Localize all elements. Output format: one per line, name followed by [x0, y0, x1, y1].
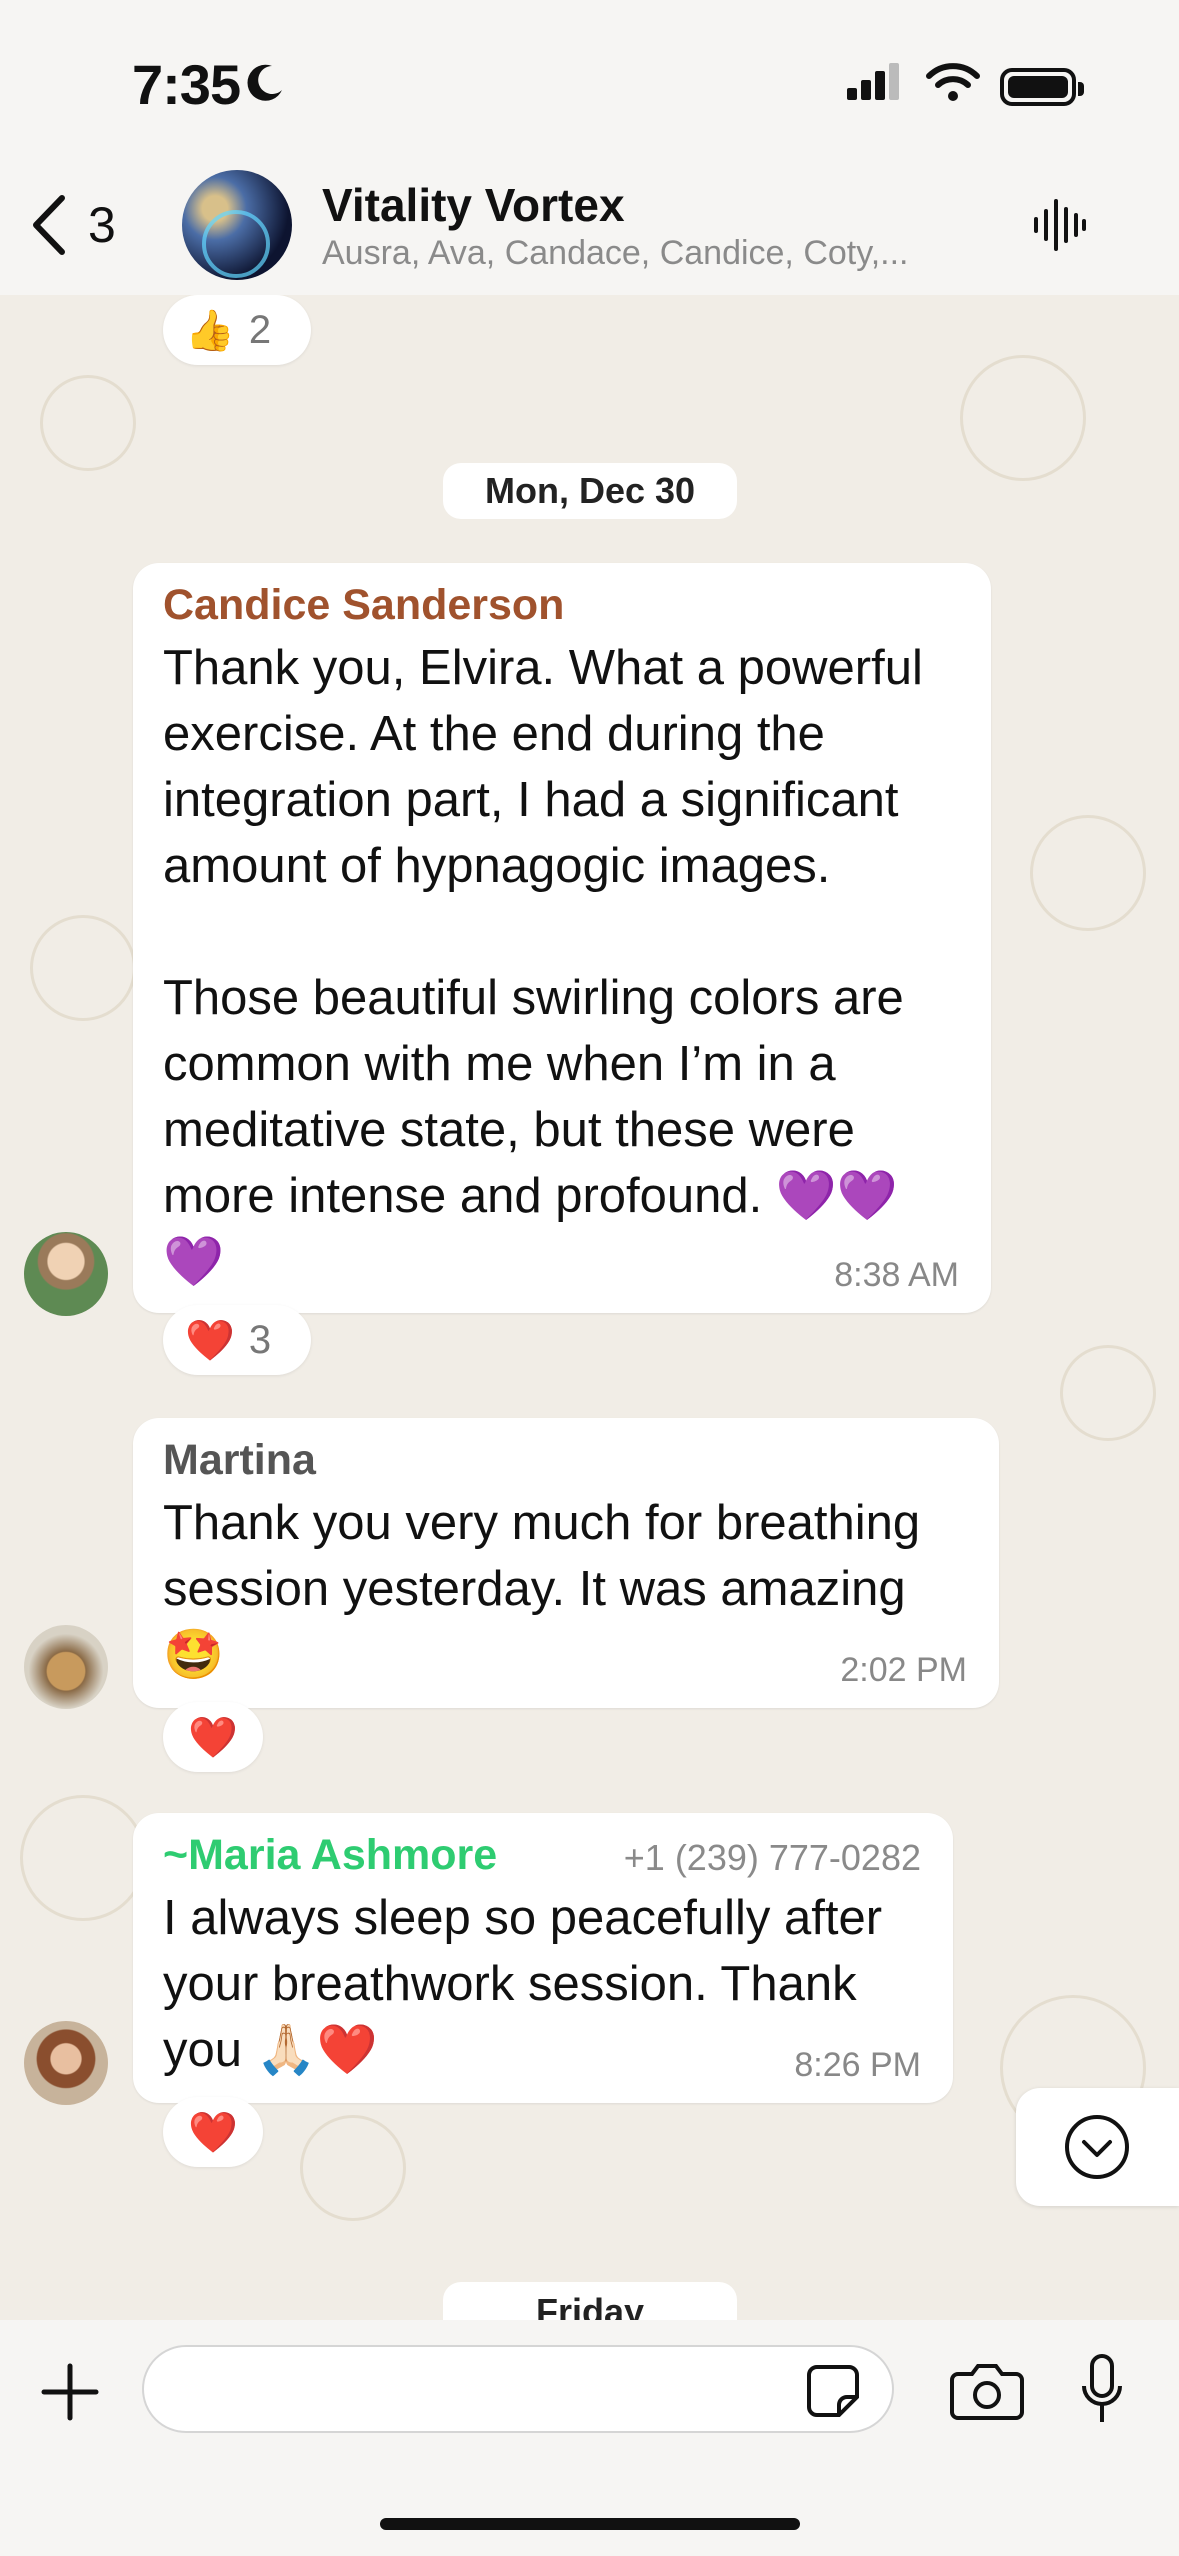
scroll-to-bottom-button[interactable]	[1016, 2088, 1179, 2206]
signal-icon	[847, 63, 899, 100]
message-time: 8:38 AM	[834, 1256, 959, 1294]
reaction-chip[interactable]: ❤️ 3	[163, 1305, 311, 1375]
message-bubble[interactable]: ~Maria Ashmore +1 (239) 777-0282 I alway…	[133, 1813, 953, 2103]
reaction-chip[interactable]: ❤️	[163, 1702, 263, 1772]
sender-phone: +1 (239) 777-0282	[623, 1837, 921, 1878]
moon-icon	[247, 64, 282, 101]
group-title[interactable]: Vitality Vortex	[322, 178, 625, 232]
microphone-icon[interactable]	[1078, 2352, 1126, 2426]
chat-area[interactable]: 👍 2 Mon, Dec 30 Candice Sanderson Thank …	[0, 295, 1179, 2320]
reaction-emoji: 👍	[185, 308, 235, 353]
wifi-icon	[926, 63, 980, 101]
message-bubble[interactable]: Martina Thank you very much for breathin…	[133, 1418, 999, 1708]
group-avatar[interactable]	[182, 170, 292, 280]
sender-avatar[interactable]	[24, 1232, 108, 1316]
message-text: I always sleep so peacefully after your …	[163, 1891, 883, 2077]
back-chevron-icon[interactable]	[22, 190, 82, 260]
reaction-count: 3	[248, 1317, 272, 1362]
message-sender[interactable]: Martina	[163, 1436, 316, 1485]
group-members[interactable]: Ausra, Ava, Candace, Candice, Coty,...	[322, 234, 909, 273]
camera-icon[interactable]	[950, 2360, 1024, 2420]
date-separator: Mon, Dec 30	[443, 463, 737, 519]
message-time: 8:26 PM	[794, 2046, 921, 2084]
message-sender[interactable]: Candice Sanderson	[163, 581, 564, 630]
reaction-chip[interactable]: ❤️	[163, 2097, 263, 2167]
message-text: Thank you very much for breathing sessio…	[163, 1496, 921, 1682]
chevron-down-icon	[1065, 2115, 1129, 2179]
back-unread-count[interactable]: 3	[88, 196, 116, 254]
sender-avatar[interactable]	[24, 2021, 108, 2105]
message-time: 2:02 PM	[840, 1651, 967, 1689]
battery-icon	[1000, 68, 1084, 106]
home-indicator	[380, 2518, 800, 2530]
sender-avatar[interactable]	[24, 1625, 108, 1709]
reaction-emoji: ❤️	[188, 2110, 238, 2155]
reaction-emoji: ❤️	[188, 1715, 238, 1760]
voice-chat-icon[interactable]	[1030, 195, 1090, 255]
reaction-emoji: ❤️	[185, 1318, 235, 1363]
message-sender[interactable]: ~Maria Ashmore	[163, 1831, 497, 1880]
message-text: Thank you, Elvira. What a powerful exerc…	[163, 641, 923, 1289]
message-input[interactable]	[142, 2345, 894, 2433]
reaction-count: 2	[248, 307, 272, 352]
plus-icon[interactable]	[40, 2362, 100, 2422]
message-bubble[interactable]: Candice Sanderson Thank you, Elvira. Wha…	[133, 563, 991, 1313]
status-time: 7:35	[132, 53, 241, 116]
reaction-chip[interactable]: 👍 2	[163, 295, 311, 365]
sticker-icon[interactable]	[805, 2363, 861, 2419]
